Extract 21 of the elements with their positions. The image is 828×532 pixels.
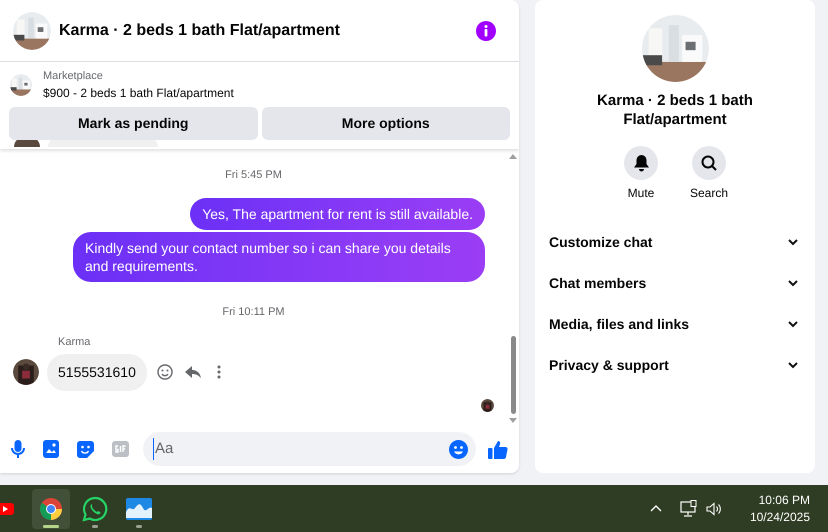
timestamp: Fri 10:11 PM [222,304,285,320]
chat-title: Karma · 2 beds 1 bath Flat/apartment [59,20,341,40]
listing-title: $900 - 2 beds 1 bath Flat/apartment [43,85,234,102]
profile-action[interactable]: Mute [620,146,662,202]
section-toggle[interactable]: Privacy & support [549,345,801,386]
conversation-title: Karma · 2 beds 1 bath Flat/apartment [596,91,754,129]
sent-message: Yes, The apartment for rent is still available. [190,198,485,230]
sender-name: Karma [58,335,92,350]
received-message: 5155531610 [47,354,147,390]
action-button[interactable]: Mark as pending [9,107,258,140]
timestamp: Fri 5:45 PM [225,168,282,183]
profile-action[interactable]: Search [688,146,730,202]
section-toggle[interactable]: Chat members [549,263,801,304]
listing-label: Marketplace [43,69,104,84]
sent-message: Kindly send your contact number so i can share you details and requirements. [73,232,485,282]
section-toggle[interactable]: Media, files and links [549,304,801,345]
action-button[interactable]: More options [262,107,510,140]
clock[interactable]: 10:06 PM 10/24/2025 [750,492,810,526]
message-box[interactable]: Aa [143,432,476,466]
message-field[interactable]: Aa [153,438,449,460]
section-toggle[interactable]: Customize chat [549,222,801,263]
